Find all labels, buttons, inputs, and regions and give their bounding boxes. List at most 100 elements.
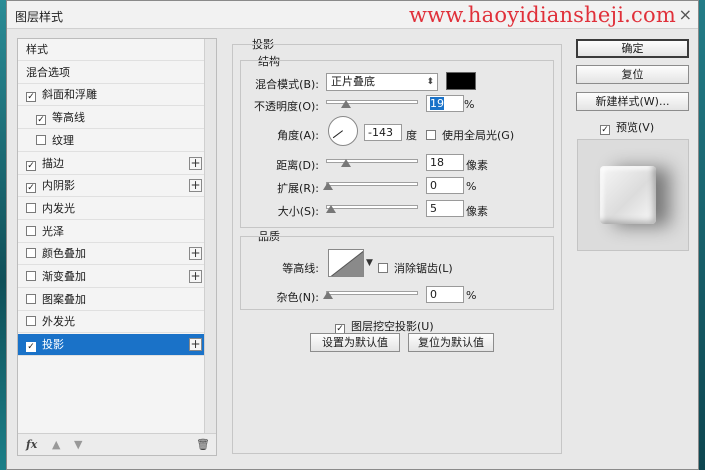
title-bar[interactable]: 图层样式 www.haoyidiansheji.com ×	[7, 1, 698, 29]
window-title: 图层样式	[15, 10, 64, 24]
style-item-label: 斜面和浮雕	[42, 88, 97, 102]
opacity-slider-thumb[interactable]	[341, 100, 351, 108]
style-item-label: 纹理	[52, 133, 74, 147]
global-light-label: 使用全局光(G)	[442, 129, 515, 142]
opacity-value: 19	[430, 97, 444, 110]
add-effect-icon[interactable]: +	[189, 338, 202, 352]
add-effect-icon[interactable]: +	[189, 247, 202, 261]
close-icon[interactable]: ×	[679, 5, 692, 24]
angle-dial[interactable]	[328, 116, 358, 146]
add-effect-icon[interactable]: +	[189, 270, 202, 283]
knockout-checkbox[interactable]: ✓ 图层挖空投影(U)	[335, 318, 434, 334]
global-light-checkbox[interactable]: 使用全局光(G)	[426, 127, 514, 143]
distance-slider[interactable]	[326, 159, 418, 167]
distance-slider-thumb[interactable]	[341, 159, 351, 167]
style-item[interactable]: 光泽	[18, 221, 206, 243]
style-item[interactable]: ✓ 描边 +	[18, 153, 206, 175]
spread-slider[interactable]	[323, 182, 418, 190]
spread-input[interactable]: 0	[426, 177, 464, 194]
style-item-label: 等高线	[52, 111, 85, 125]
contour-curve-icon	[330, 250, 363, 276]
opacity-unit: %	[464, 98, 475, 111]
style-item[interactable]: ✓ 等高线	[18, 107, 206, 130]
style-item-checkbox[interactable]	[26, 202, 36, 213]
move-up-icon[interactable]: ▲	[52, 438, 60, 451]
style-item[interactable]: 图案叠加	[18, 289, 206, 311]
add-effect-icon[interactable]: +	[189, 156, 202, 170]
style-item-checkbox[interactable]	[26, 248, 36, 259]
contour-dropdown-icon[interactable]: ▼	[366, 258, 373, 268]
angle-unit: 度	[406, 129, 417, 142]
preview-box[interactable]: ✓	[600, 125, 610, 135]
styles-list-footer: fx ▲ ▼ 🗑	[18, 433, 216, 455]
style-item-checkbox[interactable]	[26, 271, 36, 281]
add-effect-icon[interactable]: +	[189, 179, 202, 193]
global-light-box[interactable]	[426, 130, 436, 140]
style-item-checkbox[interactable]: ✓	[26, 160, 36, 171]
new-style-button[interactable]: 新建样式(W)...	[576, 92, 689, 111]
size-slider-thumb[interactable]	[326, 205, 336, 213]
style-item-label: 颜色叠加	[42, 247, 86, 261]
ok-button[interactable]: 确定	[576, 39, 689, 58]
preview-checkbox[interactable]: ✓ 预览(V)	[600, 119, 654, 135]
style-item-checkbox[interactable]	[26, 293, 36, 304]
blend-mode-value: 正片叠底	[331, 75, 375, 88]
noise-slider-thumb[interactable]	[323, 291, 333, 299]
preview-label: 预览(V)	[616, 121, 655, 134]
contour-label: 等高线:	[282, 262, 319, 275]
style-item-label: 内发光	[42, 201, 75, 215]
style-item-checkbox[interactable]	[36, 134, 46, 145]
style-item[interactable]: ✓ 斜面和浮雕	[18, 84, 206, 107]
style-item[interactable]: 纹理	[18, 130, 206, 152]
opacity-input[interactable]: 19	[426, 95, 464, 112]
style-item[interactable]: 外发光	[18, 311, 206, 334]
style-item[interactable]: ✓ 投影 +	[18, 334, 206, 357]
shadow-color-swatch[interactable]	[446, 72, 476, 90]
style-item-checkbox[interactable]	[26, 316, 36, 327]
style-item-label: 描边	[42, 156, 64, 170]
spread-slider-thumb[interactable]	[323, 182, 333, 190]
noise-unit: %	[466, 289, 477, 302]
fx-icon[interactable]: fx	[26, 438, 37, 451]
angle-dial-needle	[332, 130, 343, 139]
style-item-label: 图案叠加	[42, 292, 86, 306]
contour-preview[interactable]	[328, 249, 364, 277]
select-arrows-icon: ⬍	[426, 77, 434, 87]
opacity-slider[interactable]	[326, 100, 418, 108]
style-item[interactable]: ✓ 内阴影 +	[18, 175, 206, 198]
style-item[interactable]: 内发光	[18, 198, 206, 220]
style-item[interactable]: 混合选项	[18, 62, 206, 84]
move-down-icon[interactable]: ▼	[74, 438, 82, 451]
style-item[interactable]: 颜色叠加 +	[18, 243, 206, 266]
angle-input[interactable]: -143	[364, 124, 402, 141]
blend-mode-select[interactable]: 正片叠底 ⬍	[326, 73, 438, 91]
style-item-checkbox[interactable]: ✓	[36, 115, 46, 126]
style-item-checkbox[interactable]: ✓	[26, 342, 36, 353]
style-item[interactable]: 样式	[18, 39, 206, 61]
style-item-label: 混合选项	[26, 65, 70, 79]
size-slider[interactable]	[326, 205, 418, 213]
style-item-checkbox[interactable]: ✓	[26, 183, 36, 194]
distance-input[interactable]: 18	[426, 154, 464, 171]
style-item-checkbox[interactable]: ✓	[26, 92, 36, 103]
noise-input[interactable]: 0	[426, 286, 464, 303]
distance-label: 距离(D):	[276, 159, 319, 172]
noise-slider[interactable]	[323, 291, 418, 299]
blend-mode-label: 混合模式(B):	[255, 78, 319, 91]
reset-button[interactable]: 复位	[576, 65, 689, 84]
anti-alias-checkbox[interactable]: 消除锯齿(L)	[378, 260, 453, 276]
reset-default-button[interactable]: 复位为默认值	[408, 333, 494, 352]
trash-icon[interactable]: 🗑	[196, 438, 210, 451]
drop-shadow-settings: 投影 结构 混合模式(B): 正片叠底 ⬍ 不透明度(O): 19 % 角度(A…	[232, 36, 567, 456]
make-default-button[interactable]: 设置为默认值	[310, 333, 400, 352]
distance-unit: 像素	[466, 159, 488, 172]
styles-list-scrollbar[interactable]	[204, 39, 216, 434]
layer-style-dialog: 图层样式 www.haoyidiansheji.com × 样式混合选项 ✓ 斜面和…	[6, 0, 699, 470]
knockout-label: 图层挖空投影(U)	[351, 320, 434, 333]
size-input[interactable]: 5	[426, 200, 464, 217]
anti-alias-box[interactable]	[378, 263, 388, 273]
noise-label: 杂色(N):	[276, 291, 319, 304]
style-item[interactable]: 渐变叠加 +	[18, 266, 206, 288]
style-item-label: 内阴影	[42, 179, 75, 193]
style-item-checkbox[interactable]	[26, 225, 36, 236]
